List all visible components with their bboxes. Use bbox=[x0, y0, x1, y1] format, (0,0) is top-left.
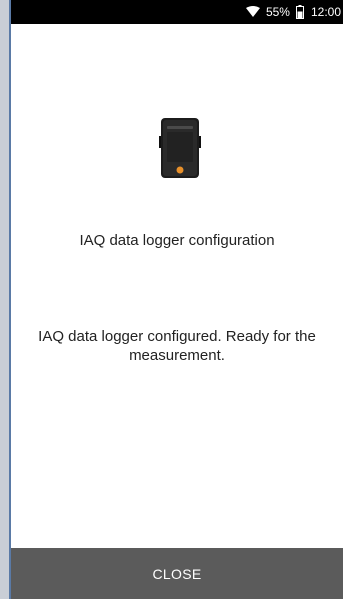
left-frame-edge bbox=[0, 0, 9, 599]
battery-icon bbox=[295, 5, 304, 19]
wifi-icon bbox=[245, 6, 260, 18]
iaq-data-logger-device-icon bbox=[159, 116, 201, 180]
close-button[interactable]: CLOSE bbox=[11, 548, 343, 599]
battery-percent: 55% bbox=[265, 5, 290, 19]
app-screen: 55% 12:00 IAQ data logger configuration … bbox=[11, 0, 343, 599]
clock-time: 12:00 bbox=[310, 5, 341, 19]
dialog-message: IAQ data logger configured. Ready for th… bbox=[38, 328, 316, 364]
dialog-title: IAQ data logger configuration bbox=[79, 232, 275, 249]
status-bar: 55% 12:00 bbox=[11, 0, 343, 24]
